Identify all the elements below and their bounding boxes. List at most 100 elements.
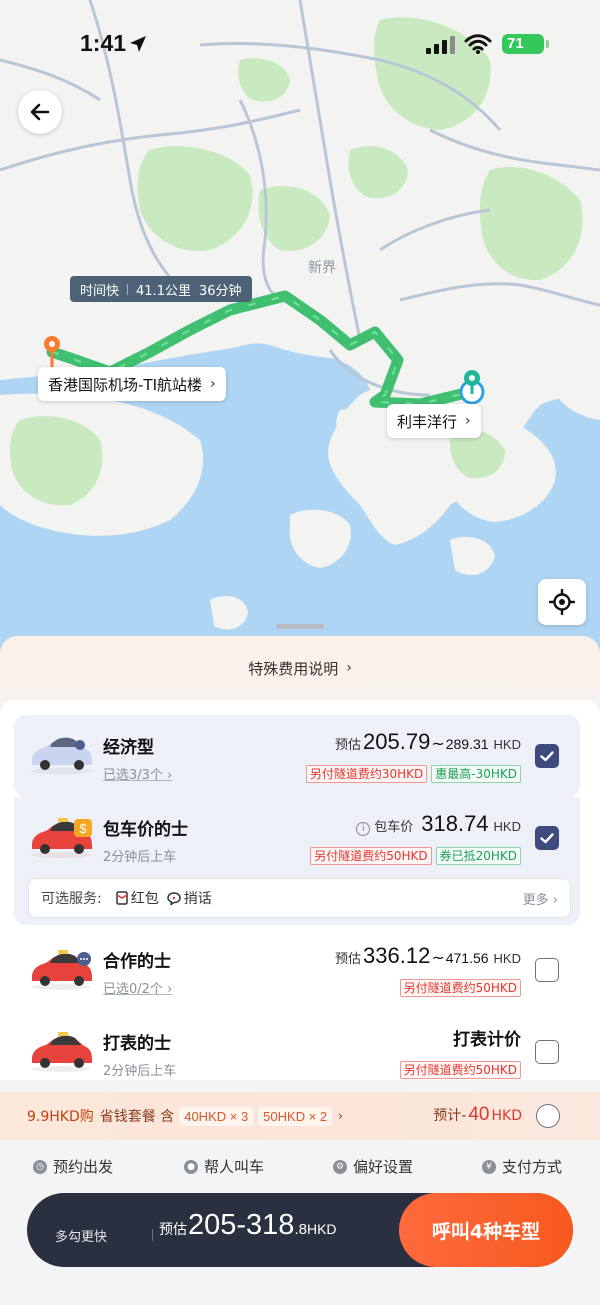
price-label: 预估 xyxy=(335,738,362,753)
promo-estimate-label: 预计- xyxy=(433,1108,467,1124)
ride-sub[interactable]: 已选0/2个 › xyxy=(103,978,172,997)
crosshair-icon xyxy=(549,589,575,615)
route-tag-label: 时间快 xyxy=(80,283,120,299)
special-fee-notice[interactable]: 特殊费用说明 › xyxy=(0,636,600,700)
price-label: 预估 xyxy=(335,952,362,967)
ride-tags: 另付隧道费约50HKD xyxy=(399,979,521,997)
promo-estimate-amount: 40 xyxy=(468,1104,490,1125)
tunnel-fee-tag: 另付隧道费约50HKD xyxy=(310,847,432,865)
ride-name: 合作的士 xyxy=(103,952,171,972)
ride-checkbox[interactable] xyxy=(535,826,559,850)
svg-text:$: $ xyxy=(79,821,87,836)
ride-name: 打表的士 xyxy=(103,1034,171,1054)
tunnel-fee-tag: 另付隧道费约30HKD xyxy=(305,765,428,783)
promo-coupon: 50HKD × 2 xyxy=(258,1106,333,1126)
chevron-right-icon: › xyxy=(346,660,352,676)
info-icon[interactable]: i xyxy=(356,822,371,836)
map-view[interactable]: 1:41 71 时间快 41.1公里 36分钟 新界 香港国际机场-TI航站楼 … xyxy=(0,0,600,660)
ride-row-partner-taxi[interactable]: 合作的士 已选0/2个 › 预估 336.12 ~ 471.56 HKD 另付隧… xyxy=(14,929,580,1011)
ride-row-metered-taxi[interactable]: 打表的士 2分钟后上车 打表计价 另付隧道费约50HKD xyxy=(14,1011,580,1093)
ride-tags: 另付隧道费约50HKD xyxy=(399,1061,521,1079)
promo-radio[interactable] xyxy=(536,1104,560,1128)
destination-label[interactable]: 利丰洋行 › xyxy=(387,404,481,438)
price-tilde: ~ xyxy=(431,734,445,753)
car-blue-icon xyxy=(31,737,92,774)
call-for-others-option[interactable]: ● 帮人叫车 xyxy=(184,1156,264,1177)
destination-name: 利丰洋行 xyxy=(397,412,458,431)
check-icon xyxy=(540,750,554,761)
ride-price: i 包车价 318.74 HKD xyxy=(356,811,521,837)
check-icon xyxy=(540,832,554,843)
signal-icon xyxy=(426,36,455,54)
ride-checkbox[interactable] xyxy=(535,958,559,982)
price-value: 318.74 xyxy=(421,811,489,836)
tunnel-fee-tag: 另付隧道费约50HKD xyxy=(399,979,521,997)
ride-price: 预估 205.79 ~ 289.31 HKD xyxy=(335,729,521,755)
back-button[interactable] xyxy=(18,90,62,134)
price-high: 471.56 xyxy=(445,950,489,966)
ride-sub: 2分钟后上车 xyxy=(103,1064,177,1079)
ride-checkbox[interactable] xyxy=(535,1040,559,1064)
separator xyxy=(152,1229,153,1241)
price-tilde: ~ xyxy=(431,948,445,967)
chevron-right-icon: › xyxy=(338,1109,343,1123)
preferences-option[interactable]: ⚙ 偏好设置 xyxy=(333,1156,413,1177)
taxi-red-icon xyxy=(31,1032,92,1072)
tunnel-fee-tag: 另付隧道费约50HKD xyxy=(399,1061,521,1079)
ride-row-economy[interactable]: 经济型 已选3/3个 › 预估 205.79 ~ 289.31 HKD 另付隧道… xyxy=(14,715,580,797)
person-icon: ● xyxy=(184,1159,198,1174)
sheet-drag-handle[interactable] xyxy=(276,624,324,629)
promo-description: 省钱套餐 含 xyxy=(99,1109,175,1125)
price-high: 289.31 xyxy=(445,736,489,752)
ride-name: 包车价的士 xyxy=(103,820,188,840)
estimate-range: 205-318 xyxy=(188,1209,295,1241)
service-red-packet[interactable]: 红包 xyxy=(115,888,159,908)
saving-package-promo[interactable]: 9.9HKD购 省钱套餐 含 40HKD × 3 50HKD × 2 › 预计-… xyxy=(0,1092,600,1140)
origin-label[interactable]: 香港国际机场-TI航站楼 › xyxy=(38,367,226,401)
clock-icon: ◷ xyxy=(33,1159,47,1174)
wifi-icon xyxy=(464,34,492,54)
call-car-button[interactable]: 呼叫4种车型 xyxy=(399,1193,573,1267)
promo-estimate-currency: HKD xyxy=(491,1108,523,1124)
ride-price: 打表计价 xyxy=(453,1025,521,1050)
ride-tags: 另付隧道费约50HKD 券已抵20HKD xyxy=(310,847,521,865)
gear-icon: ⚙ xyxy=(333,1159,347,1174)
battery-indicator: 71 xyxy=(502,34,544,54)
promo-estimate: 预计- 40 HKD xyxy=(433,1104,522,1126)
separator xyxy=(127,283,129,295)
status-bar: 1:41 71 xyxy=(0,0,600,90)
meter-pricing: 打表计价 xyxy=(453,1030,521,1050)
schedule-option[interactable]: ◷ 预约出发 xyxy=(33,1156,113,1177)
trip-options: ◷ 预约出发 ● 帮人叫车 ⚙ 偏好设置 ¥ 支付方式 xyxy=(0,1148,600,1188)
coupon-tag: 券已抵20HKD xyxy=(435,847,521,865)
ride-sub: 2分钟后上车 xyxy=(103,850,177,865)
arrow-left-icon xyxy=(30,103,50,121)
status-time: 1:41 xyxy=(80,30,127,56)
payment-option[interactable]: ¥ 支付方式 xyxy=(482,1156,562,1177)
chevron-right-icon: › xyxy=(210,376,216,392)
price-unit: HKD xyxy=(493,819,521,834)
services-label: 可选服务: xyxy=(41,891,102,907)
price-low: 205.79 xyxy=(363,729,431,754)
estimate-decimal: .8 xyxy=(294,1221,307,1238)
ride-tags: 另付隧道费约30HKD 惠最高-30HKD xyxy=(305,765,521,783)
price-unit: HKD xyxy=(493,951,521,966)
origin-name: 香港国际机场-TI航站楼 xyxy=(48,375,202,394)
promo-coupon: 40HKD × 3 xyxy=(179,1106,254,1126)
district-label: 新界 xyxy=(308,260,336,276)
more-services-link[interactable]: 更多 › xyxy=(523,889,558,908)
price-unit: HKD xyxy=(493,737,521,752)
bottom-call-bar: 多勾更快 预估 205-318 .8 HKD 呼叫4种车型 xyxy=(27,1193,573,1267)
battery-nub xyxy=(546,40,549,48)
ride-sub[interactable]: 已选3/3个 › xyxy=(103,764,172,783)
service-message[interactable]: 捎话 xyxy=(166,888,212,908)
ride-checkbox[interactable] xyxy=(535,744,559,768)
tip-text: 多勾更快 xyxy=(55,1230,108,1245)
taxi-red-icon xyxy=(31,950,92,990)
discount-tag: 惠最高-30HKD xyxy=(431,765,521,783)
route-info-tag: 时间快 41.1公里 36分钟 xyxy=(70,276,252,302)
optional-services[interactable]: 可选服务: 红包 捎话 更多 › xyxy=(28,878,571,918)
message-icon xyxy=(166,891,181,905)
locate-me-button[interactable] xyxy=(538,579,586,625)
total-estimate: 预估 205-318 .8 HKD xyxy=(159,1209,337,1242)
